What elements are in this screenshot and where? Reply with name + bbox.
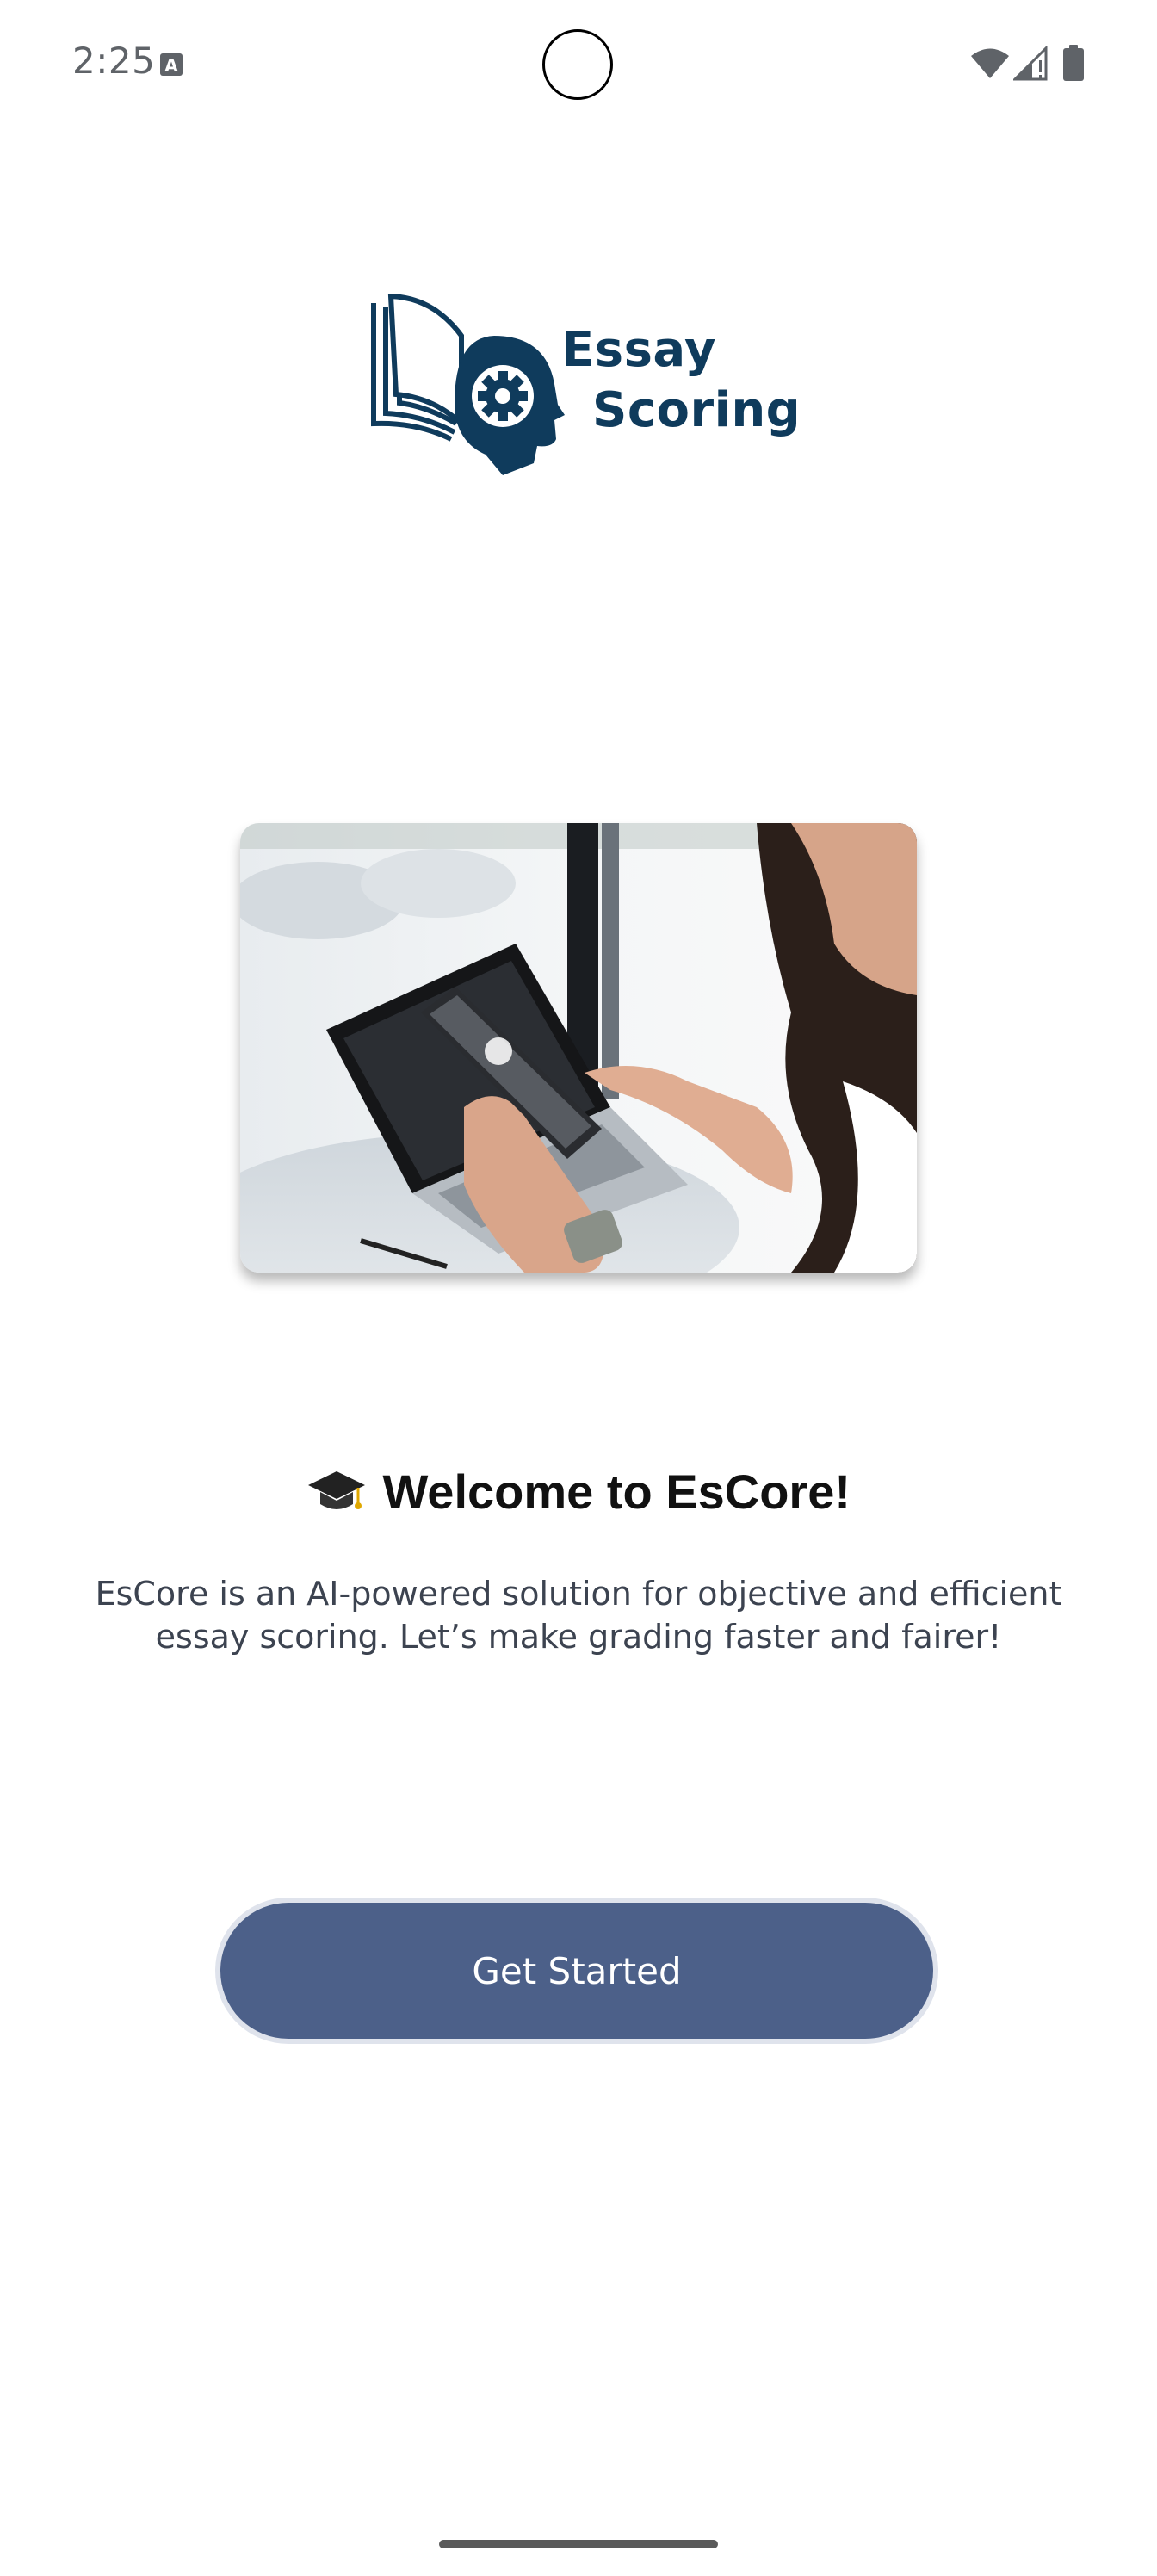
text-a-icon: A [160,53,183,76]
hero-photo [240,823,917,1273]
battery-icon [1063,45,1084,81]
logo-text-essay: Essay [561,322,716,378]
status-bar: 2:25 A [0,0,1157,129]
camera-cutout [542,29,613,100]
logo-text-scoring: Scoring [592,382,801,438]
book-head-gear-icon [371,294,565,475]
get-started-label: Get Started [472,1949,682,1992]
graduation-cap-icon [308,1471,365,1509]
app-logo: Essay Scoring [362,291,801,480]
get-started-button[interactable]: Get Started [215,1898,938,2044]
signal-icon [1013,46,1048,81]
home-indicator[interactable] [439,2540,718,2548]
welcome-heading: Welcome to EsCore! [0,1464,1157,1520]
person-using-phone-photo [240,823,917,1273]
welcome-title: Welcome to EsCore! [382,1464,851,1519]
status-time: 2:25 [72,40,156,82]
welcome-description: EsCore is an AI-powered solution for obj… [95,1575,1062,1656]
svg-text:A: A [164,55,178,76]
wifi-icon [971,48,1009,78]
